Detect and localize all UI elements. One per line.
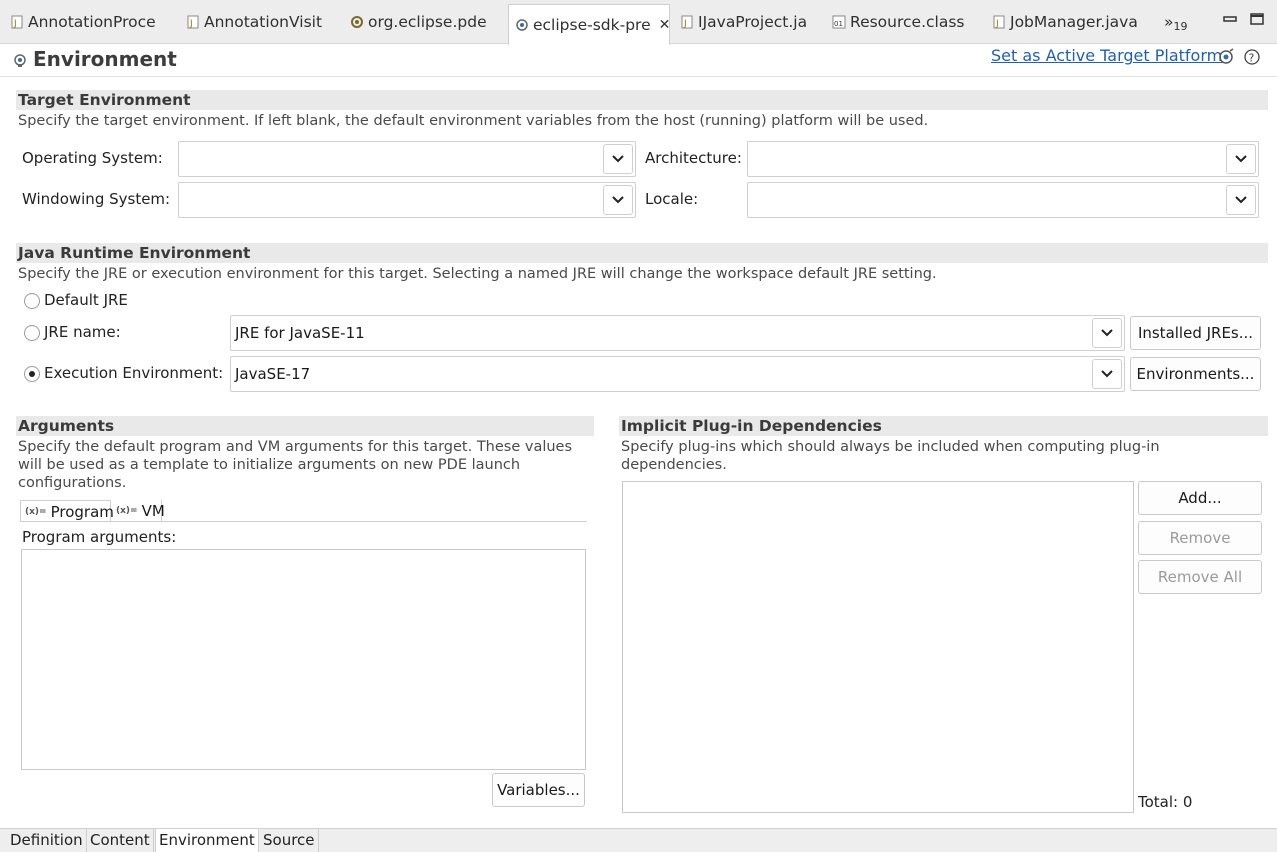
- locale-label: Locale:: [645, 190, 699, 208]
- os-combo[interactable]: [178, 141, 636, 177]
- maximize-icon[interactable]: [1250, 12, 1264, 26]
- arguments-description: Specify the default program and VM argum…: [18, 439, 573, 491]
- execution-environment-combo[interactable]: JavaSE-17: [230, 356, 1125, 392]
- tab-divider: [20, 521, 587, 522]
- editor-tab-active[interactable]: eclipse-sdk-pre ✕: [508, 4, 670, 45]
- implicit-dependencies-heading: Implicit Plug-in Dependencies: [619, 416, 1268, 436]
- total-count: Total: 0: [1138, 793, 1193, 811]
- remove-button[interactable]: Remove: [1138, 521, 1262, 555]
- variable-icon: (x)=: [116, 506, 138, 516]
- svg-text:J: J: [683, 19, 687, 29]
- tab-source[interactable]: Source: [260, 829, 319, 852]
- svg-text:?: ?: [1249, 52, 1255, 65]
- editor-tab-label: AnnotationVisit: [204, 13, 323, 31]
- windowing-system-label: Windowing System:: [22, 190, 171, 208]
- editor-tab[interactable]: 01 Resource.class: [826, 6, 982, 38]
- tab-program-label: Program: [50, 502, 114, 521]
- program-arguments-textarea[interactable]: [21, 549, 586, 770]
- chevron-down-icon[interactable]: [1092, 359, 1122, 389]
- windowing-system-combo[interactable]: [178, 182, 636, 218]
- chevron-double-right-icon: »: [1164, 13, 1174, 31]
- add-button[interactable]: Add...: [1138, 481, 1262, 515]
- editor-tab[interactable]: J AnnotationProce: [4, 6, 164, 38]
- editor-tab-label: Resource.class: [850, 13, 965, 31]
- form-header: Environment Set as Active Target Platfor…: [0, 44, 1277, 77]
- svg-text:J: J: [13, 19, 17, 29]
- set-active-target-link[interactable]: Set as Active Target Platform: [991, 46, 1222, 65]
- jre-name-radio[interactable]: [24, 325, 40, 341]
- editor-tab[interactable]: J IJavaProject.ja: [674, 6, 824, 38]
- target-definition-icon: [515, 17, 529, 33]
- program-arguments-label: Program arguments:: [22, 528, 177, 546]
- variable-icon: (x)=: [25, 506, 47, 517]
- tab-program[interactable]: (x)= Program: [20, 500, 114, 522]
- chevron-down-icon[interactable]: [603, 144, 633, 174]
- java-file-icon: J: [680, 14, 694, 30]
- environments-button[interactable]: Environments...: [1130, 357, 1261, 391]
- tab-vm[interactable]: (x)= VM: [112, 500, 165, 522]
- java-file-icon: J: [992, 14, 1006, 30]
- editor-tab-label: org.eclipse.pde: [368, 13, 487, 31]
- jre-name-value: JRE for JavaSE-11: [235, 324, 365, 342]
- chevron-down-icon[interactable]: [1092, 318, 1122, 348]
- close-icon[interactable]: ✕: [659, 17, 669, 33]
- editor-tab[interactable]: org.eclipse.pde: [344, 6, 504, 38]
- tab-overflow-count: 19: [1173, 19, 1188, 33]
- jre-heading: Java Runtime Environment: [16, 243, 1268, 263]
- editor-tab[interactable]: J JobManager.java: [986, 6, 1146, 38]
- execution-environment-value: JavaSE-17: [235, 365, 311, 383]
- svg-text:01: 01: [834, 20, 843, 28]
- help-icon[interactable]: ?: [1243, 48, 1261, 66]
- java-file-icon: J: [186, 14, 200, 30]
- editor-tab-label: IJavaProject.ja: [698, 13, 808, 31]
- chevron-down-icon[interactable]: [1226, 144, 1256, 174]
- page-title: Environment: [33, 47, 177, 71]
- editor-tab-label: eclipse-sdk-pre: [533, 16, 651, 34]
- svg-text:J: J: [189, 19, 193, 29]
- class-file-icon: 01: [832, 14, 846, 30]
- default-jre-radio[interactable]: [24, 293, 40, 309]
- target-environment-heading: Target Environment: [16, 90, 1268, 110]
- plugin-manifest-icon: [350, 14, 364, 30]
- editor-tab[interactable]: J AnnotationVisit: [180, 6, 340, 38]
- jre-name-label[interactable]: JRE name:: [44, 322, 121, 342]
- editor-tab-bar: J AnnotationProce J AnnotationVisit org.…: [0, 0, 1277, 45]
- target-platform-icon[interactable]: [1217, 48, 1235, 66]
- implicit-dependencies-list[interactable]: [622, 481, 1134, 813]
- tab-content[interactable]: Content: [87, 829, 154, 852]
- editor-tab-label: AnnotationProce: [28, 13, 156, 31]
- default-jre-label[interactable]: Default JRE: [44, 290, 128, 310]
- environment-icon: [14, 54, 26, 67]
- architecture-label: Architecture:: [645, 149, 742, 167]
- tab-environment[interactable]: Environment: [155, 829, 259, 852]
- architecture-combo[interactable]: [747, 141, 1259, 177]
- jre-name-combo[interactable]: JRE for JavaSE-11: [230, 315, 1125, 351]
- execution-environment-radio[interactable]: [24, 366, 40, 382]
- chevron-down-icon[interactable]: [1226, 185, 1256, 215]
- os-label: Operating System:: [22, 149, 163, 167]
- java-file-icon: J: [10, 14, 24, 30]
- form-page-tabs: Definition Content Environment Source: [0, 828, 1277, 852]
- target-environment-description: Specify the target environment. If left …: [18, 113, 929, 129]
- execution-environment-label[interactable]: Execution Environment:: [44, 363, 223, 383]
- chevron-down-icon[interactable]: [603, 185, 633, 215]
- svg-text:J: J: [995, 19, 999, 29]
- jre-description: Specify the JRE or execution environment…: [18, 266, 937, 282]
- remove-all-button[interactable]: Remove All: [1138, 560, 1262, 594]
- tab-vm-label: VM: [141, 502, 165, 520]
- minimize-icon[interactable]: [1223, 12, 1237, 26]
- implicit-dependencies-description: Specify plug-ins which should always be …: [621, 439, 1160, 473]
- locale-combo[interactable]: [747, 182, 1259, 218]
- installed-jres-button[interactable]: Installed JREs...: [1130, 316, 1261, 350]
- editor-tab-label: JobManager.java: [1010, 13, 1138, 31]
- arguments-heading: Arguments: [16, 416, 594, 436]
- tab-definition[interactable]: Definition: [7, 829, 87, 852]
- tab-overflow-button[interactable]: » 19: [1160, 6, 1200, 38]
- variables-button[interactable]: Variables...: [492, 773, 585, 807]
